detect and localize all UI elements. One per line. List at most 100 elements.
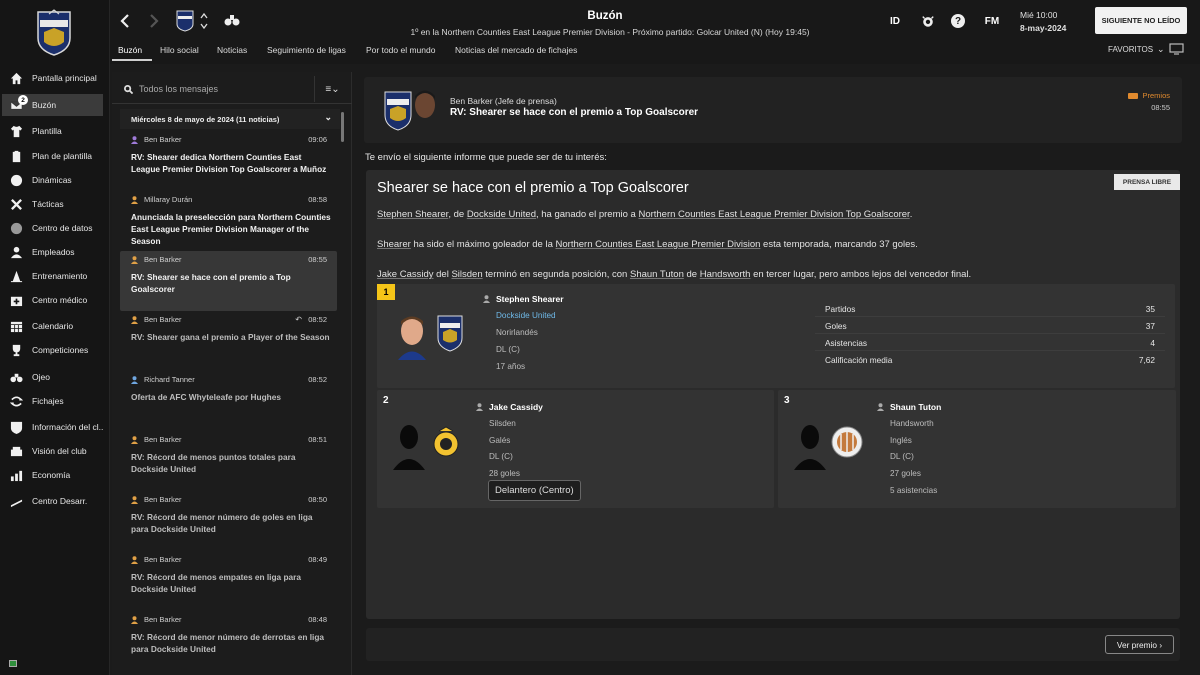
message-list-item[interactable]: Richard Tanner 08:52 Oferta de AFC Whytele… bbox=[120, 371, 337, 431]
sidebar-item-transfers[interactable]: Fichajes bbox=[2, 390, 103, 412]
message-sender-name: Ben Barker bbox=[144, 555, 182, 564]
list-options-button[interactable]: ≡⌄ bbox=[314, 76, 350, 102]
person-icon bbox=[877, 403, 884, 411]
forward-arrow-icon[interactable] bbox=[146, 12, 162, 30]
player-nationality: Norirlandés bbox=[496, 328, 538, 337]
text: , de bbox=[448, 209, 467, 220]
message-sender: Richard Tanner bbox=[131, 375, 195, 384]
sidebar-item-home[interactable]: Pantalla principal bbox=[2, 67, 103, 89]
favorites-button[interactable]: FAVORITOS bbox=[1108, 45, 1153, 54]
sidebar-item-calendar[interactable]: Calendario bbox=[2, 315, 103, 337]
sidebar-item-squad[interactable]: Plantilla bbox=[2, 120, 103, 142]
tab-social-feed[interactable]: Hilo social bbox=[160, 45, 199, 55]
player-name[interactable]: Shaun Tuton bbox=[877, 402, 941, 412]
message-list-item[interactable]: Ben Barker 08:50 RV: Récord de menor númer… bbox=[120, 491, 337, 551]
id-button[interactable]: ID bbox=[887, 13, 903, 29]
player-club-link[interactable]: Dockside United bbox=[496, 311, 556, 320]
message-list-item[interactable]: Ben Barker 08:48 RV: Récord de menor númer… bbox=[120, 611, 337, 671]
message-subject: RV: Récord de menor número de goles en l… bbox=[131, 512, 313, 534]
next-unread-button[interactable]: SIGUIENTE NO LEÍDO bbox=[1095, 7, 1187, 34]
person-icon bbox=[131, 195, 138, 204]
club-link[interactable]: Dockside United bbox=[467, 209, 536, 220]
club-crest-icon[interactable] bbox=[437, 314, 463, 352]
player-club[interactable]: Handsworth bbox=[890, 419, 934, 428]
player-link[interactable]: Shaun Tuton bbox=[630, 269, 684, 280]
player-link[interactable]: Jake Cassidy bbox=[377, 269, 434, 280]
tab-league-tracking[interactable]: Seguimiento de ligas bbox=[267, 45, 346, 55]
tab-inbox[interactable]: Buzón bbox=[118, 45, 142, 55]
sender-avatar[interactable] bbox=[410, 87, 440, 133]
text: terminó en segunda posición, con bbox=[482, 269, 630, 280]
view-award-button[interactable]: Ver premio › bbox=[1105, 635, 1174, 654]
sidebar-item-medical[interactable]: Centro médico bbox=[2, 289, 103, 311]
sidebar-item-club-vision[interactable]: Visión del club bbox=[2, 440, 103, 462]
tab-around-the-world[interactable]: Por todo el mundo bbox=[366, 45, 435, 55]
chevron-down-icon[interactable]: ⌄ bbox=[1157, 44, 1165, 55]
screen-icon[interactable] bbox=[1169, 43, 1184, 55]
sidebar-item-club-info[interactable]: Información del cl... bbox=[2, 416, 103, 438]
message-list-item[interactable]: Ben Barker 08:49 RV: Récord de menos empat… bbox=[120, 551, 337, 611]
player-face[interactable] bbox=[395, 310, 429, 360]
club-link[interactable]: Silsden bbox=[451, 269, 482, 280]
competition-link[interactable]: Northern Counties East League Premier Di… bbox=[638, 209, 909, 220]
player-name[interactable]: Jake Cassidy bbox=[476, 402, 543, 412]
player-silhouette[interactable] bbox=[792, 420, 828, 470]
club-switch-icon[interactable] bbox=[199, 10, 209, 32]
text: , ha ganado el premio a bbox=[535, 209, 639, 220]
player-position[interactable]: DL (C) bbox=[489, 452, 513, 461]
sidebar-item-data-hub[interactable]: Centro de datos bbox=[2, 217, 103, 239]
message-list-item[interactable]: Ben Barker ↶ 08:52 RV: Shearer gana el prem… bbox=[120, 311, 337, 371]
scrollbar[interactable] bbox=[341, 112, 344, 142]
tab-news[interactable]: Noticias bbox=[217, 45, 247, 55]
day-group-header[interactable]: Miércoles 8 de mayo de 2024 (11 noticias… bbox=[120, 109, 340, 129]
player-club[interactable]: Silsden bbox=[489, 419, 516, 428]
text: esta temporada, marcando 37 goles. bbox=[760, 239, 918, 250]
club-crest-icon[interactable] bbox=[176, 10, 194, 32]
sidebar-item-competitions[interactable]: Competiciones bbox=[2, 339, 103, 361]
message-list-item[interactable]: Ben Barker 08:51 RV: Récord de menos punto… bbox=[120, 431, 337, 491]
club-link[interactable]: Handsworth bbox=[700, 269, 751, 280]
player-silhouette[interactable] bbox=[391, 420, 427, 470]
sidebar-item-scouting[interactable]: Ojeo bbox=[2, 366, 103, 388]
chevron-down-icon[interactable]: ⌄ bbox=[324, 112, 332, 123]
sidebar-item-development[interactable]: Centro Desarr. bbox=[2, 490, 103, 512]
player-name[interactable]: Stephen Shearer bbox=[483, 294, 564, 304]
sender-line[interactable]: Ben Barker (Jefe de prensa) bbox=[450, 96, 557, 106]
sidebar-item-squad-plan[interactable]: Plan de plantilla bbox=[2, 145, 103, 167]
message-sender-name: Ben Barker bbox=[144, 615, 182, 624]
sidebar-item-tactics[interactable]: Tácticas bbox=[2, 193, 103, 215]
club-crest-icon[interactable] bbox=[830, 424, 864, 460]
sidebar-item-staff[interactable]: Empleados bbox=[2, 241, 103, 263]
binoculars-icon[interactable] bbox=[224, 13, 240, 27]
sidebar-item-finances[interactable]: Economía bbox=[2, 464, 103, 486]
player-position[interactable]: DL (C) bbox=[890, 452, 914, 461]
player-link[interactable]: Stephen Shearer bbox=[377, 209, 448, 220]
stat-value: 35 bbox=[1145, 304, 1155, 314]
person-icon bbox=[131, 315, 138, 324]
sidebar-item-inbox[interactable]: 2 Buzón bbox=[2, 94, 103, 116]
alarm-icon[interactable] bbox=[920, 13, 936, 29]
back-arrow-icon[interactable] bbox=[117, 12, 133, 30]
message-list-item[interactable]: Ben Barker 09:06 RV: Shearer dedica Northe… bbox=[120, 131, 337, 191]
sidebar-item-training[interactable]: Entrenamiento bbox=[2, 265, 103, 287]
message-filter-search[interactable]: Todos los mensajes bbox=[112, 76, 312, 102]
rank-label: 3 bbox=[784, 395, 790, 406]
message-list-item[interactable]: Ben Barker 08:55 RV: Shearer se hace con e… bbox=[120, 251, 337, 311]
tab-transfer-news[interactable]: Noticias del mercado de fichajes bbox=[455, 45, 577, 55]
message-time: 08:55 bbox=[308, 255, 327, 264]
help-icon[interactable]: ? bbox=[951, 14, 965, 28]
sidebar-item-label: Buzón bbox=[32, 100, 57, 110]
club-crest-logo[interactable] bbox=[36, 8, 72, 56]
competition-link[interactable]: Northern Counties East League Premier Di… bbox=[556, 239, 761, 250]
player-position[interactable]: DL (C) bbox=[496, 345, 520, 354]
date-display[interactable]: Mié 10:00 8-may-2024 bbox=[1020, 9, 1066, 35]
message-list-item[interactable]: Millaray Durán 08:58 Anunciada la preselec… bbox=[120, 191, 337, 251]
sidebar-item-dynamics[interactable]: Dinámicas bbox=[2, 169, 103, 191]
club-crest-logo[interactable] bbox=[384, 89, 412, 131]
text: de bbox=[683, 269, 700, 280]
fm-menu-button[interactable]: FM bbox=[982, 13, 1002, 29]
category-badge[interactable]: Premios bbox=[1128, 91, 1170, 100]
player-link[interactable]: Shearer bbox=[377, 239, 411, 250]
club-crest-icon[interactable] bbox=[431, 426, 461, 460]
chevron-right-icon: › bbox=[1159, 639, 1163, 650]
